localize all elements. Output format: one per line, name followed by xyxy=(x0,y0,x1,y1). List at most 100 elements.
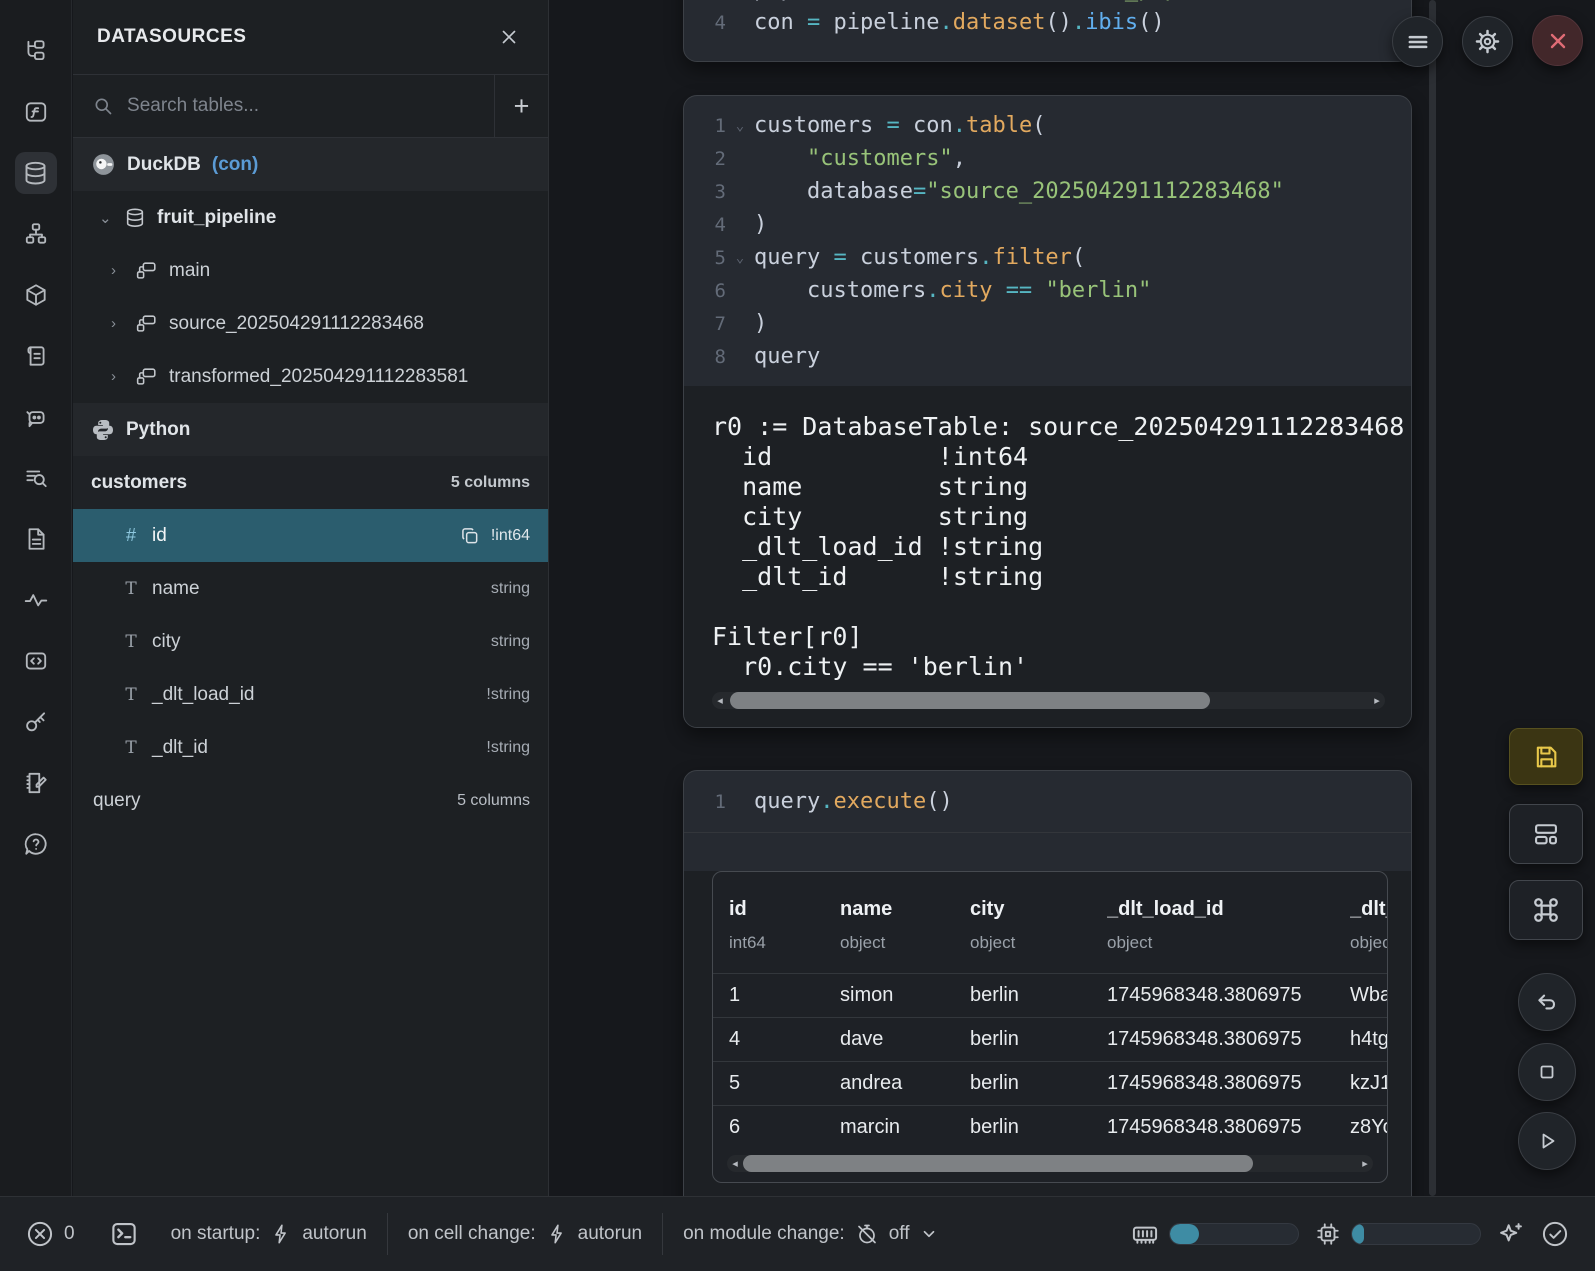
setting-label: on cell change: xyxy=(408,1223,536,1245)
check-circle-icon[interactable] xyxy=(1541,1220,1569,1248)
scratchpad-icon[interactable] xyxy=(15,762,57,804)
chevron-right-icon: › xyxy=(111,262,125,279)
code-editor[interactable]: 1query.execute() xyxy=(684,771,1411,833)
scrollbar-thumb[interactable] xyxy=(730,692,1210,709)
divider xyxy=(387,1213,388,1255)
search-icon xyxy=(93,95,113,117)
schema-icon xyxy=(136,366,158,388)
tree-item-label: fruit_pipeline xyxy=(157,207,276,229)
settings-gear-icon xyxy=(1474,28,1501,55)
stop-button[interactable] xyxy=(1518,1043,1576,1101)
cpu-usage xyxy=(1315,1221,1481,1247)
settings-button[interactable] xyxy=(1462,16,1513,67)
database-icon[interactable] xyxy=(15,152,57,194)
chevron-right-icon: › xyxy=(111,315,125,332)
column-row-id[interactable]: # id !int64 xyxy=(73,509,548,562)
table-meta: 5 columns xyxy=(457,792,530,810)
table-row-customers[interactable]: customers 5 columns xyxy=(73,456,548,509)
tree-item-schema-transformed[interactable]: › transformed_202504291112283581 xyxy=(73,350,548,403)
datasources-panel: DATASOURCES + DuckDB (con) ⌄ fruit_pipel… xyxy=(73,0,549,1196)
save-button[interactable] xyxy=(1509,728,1583,785)
table-row: 6marcinberlin1745968348.3806975z8YoBF xyxy=(713,1105,1387,1149)
tree-item-schema-source[interactable]: › source_202504291112283468 xyxy=(73,297,548,350)
ram-usage xyxy=(1131,1220,1299,1248)
engine-row-python[interactable]: Python xyxy=(73,403,548,456)
table-header-row: idint64 nameobject cityobject _dlt_load_… xyxy=(713,872,1387,973)
lightning-icon xyxy=(270,1223,292,1245)
bot-icon[interactable] xyxy=(15,396,57,438)
scrollbar-thumb[interactable] xyxy=(743,1155,1253,1172)
column-row-dlt-load-id[interactable]: T _dlt_load_id !string xyxy=(73,668,548,721)
error-count: 0 xyxy=(64,1223,75,1245)
script-icon[interactable] xyxy=(15,335,57,377)
horizontal-scrollbar[interactable]: ◂ ▸ xyxy=(727,1155,1373,1172)
error-indicator[interactable]: 0 xyxy=(26,1220,75,1248)
menu-button[interactable] xyxy=(1392,16,1443,67)
cell-output: r0 := DatabaseTable: source_202504291112… xyxy=(684,386,1411,727)
column-header[interactable]: name xyxy=(840,898,970,921)
code-line: 8query xyxy=(684,340,1411,373)
column-row-dlt-id[interactable]: T _dlt_id !string xyxy=(73,721,548,774)
column-dtype: int64 xyxy=(729,933,840,953)
org-chart-icon[interactable] xyxy=(15,213,57,255)
column-dtype: object xyxy=(970,933,1107,953)
copy-icon[interactable] xyxy=(460,526,480,546)
package-icon[interactable] xyxy=(15,274,57,316)
log-search-icon[interactable] xyxy=(15,457,57,499)
setting-value: autorun xyxy=(302,1223,366,1245)
undo-button[interactable] xyxy=(1518,973,1576,1031)
panel-header: DATASOURCES xyxy=(73,0,548,74)
tree-structure-icon[interactable] xyxy=(15,30,57,72)
table-row-query[interactable]: query 5 columns xyxy=(73,774,548,827)
shutdown-button[interactable] xyxy=(1532,15,1583,66)
terminal-button[interactable] xyxy=(109,1219,139,1249)
scroll-left-icon[interactable]: ◂ xyxy=(712,692,728,709)
scroll-right-icon[interactable]: ▸ xyxy=(1357,1155,1373,1172)
search-box[interactable] xyxy=(73,75,494,137)
code-line: 2 "customers", xyxy=(684,142,1411,175)
on-module-change-toggle[interactable]: on module change: off xyxy=(683,1222,937,1246)
status-bar: 0 on startup: autorun on cell change: au… xyxy=(0,1196,1595,1271)
column-row-name[interactable]: T name string xyxy=(73,562,548,615)
notebook-scrollbar[interactable] xyxy=(1429,0,1436,1196)
column-type: !string xyxy=(486,739,530,757)
add-table-button[interactable]: + xyxy=(494,75,548,137)
column-header[interactable]: id xyxy=(729,898,840,921)
column-row-city[interactable]: T city string xyxy=(73,615,548,668)
table-row: 1simonberlin1745968348.3806975WbaMLJ xyxy=(713,973,1387,1017)
setting-label: on module change: xyxy=(683,1223,845,1245)
tree-item-schema-main[interactable]: › main xyxy=(73,244,548,297)
python-logo-icon xyxy=(91,418,115,442)
stop-icon xyxy=(1535,1060,1559,1084)
column-dtype: object xyxy=(1350,933,1388,953)
column-header[interactable]: _dlt_id xyxy=(1350,898,1388,921)
code-editor[interactable]: 3pipeline = dlt.attach("fruit_pipeline")… xyxy=(684,0,1411,49)
table-row: 5andreaberlin1745968348.3806975kzJ1CK xyxy=(713,1061,1387,1105)
on-cell-change-toggle[interactable]: on cell change: autorun xyxy=(408,1223,642,1245)
close-icon[interactable] xyxy=(494,22,524,52)
code-editor[interactable]: 1⌄customers = con.table(2 "customers",3 … xyxy=(684,96,1411,386)
column-header[interactable]: city xyxy=(970,898,1107,921)
horizontal-scrollbar[interactable]: ◂ ▸ xyxy=(712,692,1385,709)
function-icon[interactable] xyxy=(15,91,57,133)
document-icon[interactable] xyxy=(15,518,57,560)
on-startup-toggle[interactable]: on startup: autorun xyxy=(171,1223,367,1245)
command-palette-button[interactable] xyxy=(1509,880,1583,940)
schema-icon xyxy=(136,313,158,335)
run-button[interactable] xyxy=(1518,1112,1576,1170)
column-name: _dlt_load_id xyxy=(152,684,254,706)
tree-item-fruit-pipeline[interactable]: ⌄ fruit_pipeline xyxy=(73,191,548,244)
key-icon[interactable] xyxy=(15,701,57,743)
sparkles-icon[interactable] xyxy=(1497,1220,1525,1248)
scroll-right-icon[interactable]: ▸ xyxy=(1369,692,1385,709)
code-block-icon[interactable] xyxy=(15,640,57,682)
scroll-left-icon[interactable]: ◂ xyxy=(727,1155,743,1172)
activity-icon[interactable] xyxy=(15,579,57,621)
layout-button[interactable] xyxy=(1509,804,1583,864)
column-header[interactable]: _dlt_load_id xyxy=(1107,898,1350,921)
search-input[interactable] xyxy=(127,95,474,117)
connection-name: DuckDB xyxy=(127,154,201,176)
connection-row-duckdb[interactable]: DuckDB (con) xyxy=(73,138,548,191)
help-icon[interactable] xyxy=(15,823,57,865)
code-line: 6 customers.city == "berlin" xyxy=(684,274,1411,307)
